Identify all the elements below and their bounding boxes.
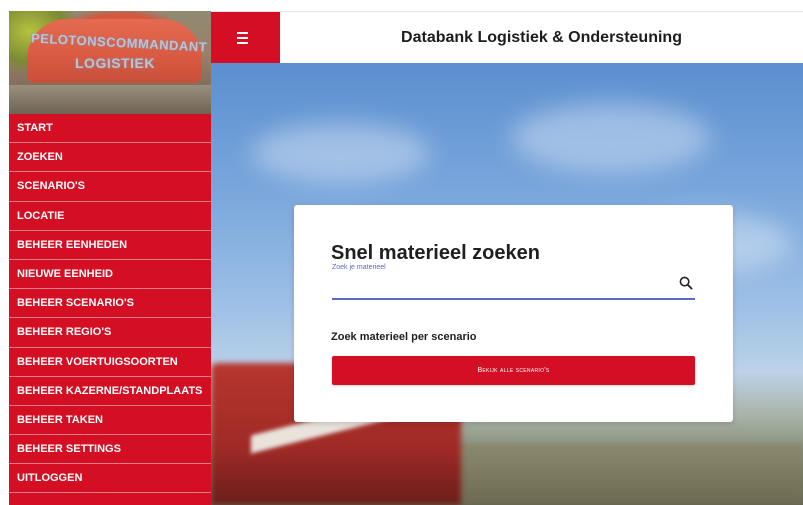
sidebar-item-beheer-kazerne[interactable]: BEHEER KAZERNE/STANDPLAATS — [9, 377, 211, 406]
sidebar-item-beheer-scenarios[interactable]: BEHEER SCENARIO'S — [9, 289, 211, 319]
view-all-scenarios-button[interactable]: Bekijk alle scenario's — [332, 356, 695, 385]
search-label: Zoek je materieel — [332, 264, 386, 271]
search-field: Zoek je materieel — [332, 264, 695, 300]
scenario-heading: Zoek materieel per scenario — [331, 331, 477, 343]
sidebar-item-beheer-settings[interactable]: BEHEER SETTINGS — [9, 435, 211, 465]
logo-stripe — [9, 85, 211, 114]
sidebar-nav: START ZOEKEN SCENARIO'S LOCATIE BEHEER E… — [9, 114, 211, 494]
logo-image: PELOTONSCOMMANDANT LOGISTIEK — [9, 11, 211, 114]
sidebar-item-scenarios[interactable]: SCENARIO'S — [9, 172, 211, 202]
search-input[interactable] — [332, 275, 672, 297]
sidebar: PELOTONSCOMMANDANT LOGISTIEK START ZOEKE… — [9, 11, 211, 505]
sidebar-item-uitloggen[interactable]: UITLOGGEN — [9, 464, 211, 494]
logo-text-line2: LOGISTIEK — [75, 55, 155, 71]
top-header: Databank Logistiek & Ondersteuning — [211, 11, 803, 64]
sidebar-item-start[interactable]: START — [9, 114, 211, 144]
menu-button[interactable] — [211, 12, 280, 64]
sidebar-item-locatie[interactable]: LOCATIE — [9, 202, 211, 231]
search-icon[interactable] — [679, 276, 693, 290]
search-card: Snel materieel zoeken Zoek je materieel … — [294, 205, 733, 422]
card-title: Snel materieel zoeken — [331, 242, 540, 264]
sidebar-item-beheer-voertuigsoorten[interactable]: BEHEER VOERTUIGSOORTEN — [9, 348, 211, 377]
sidebar-item-beheer-taken[interactable]: BEHEER TAKEN — [9, 406, 211, 436]
sidebar-item-beheer-regios[interactable]: BEHEER REGIO'S — [9, 318, 211, 348]
sidebar-item-nieuwe-eenheid[interactable]: NIEUWE EENHEID — [9, 260, 211, 290]
page-title: Databank Logistiek & Ondersteuning — [401, 29, 682, 46]
sidebar-item-zoeken[interactable]: ZOEKEN — [9, 143, 211, 173]
sidebar-item-beheer-eenheden[interactable]: BEHEER EENHEDEN — [9, 231, 211, 260]
